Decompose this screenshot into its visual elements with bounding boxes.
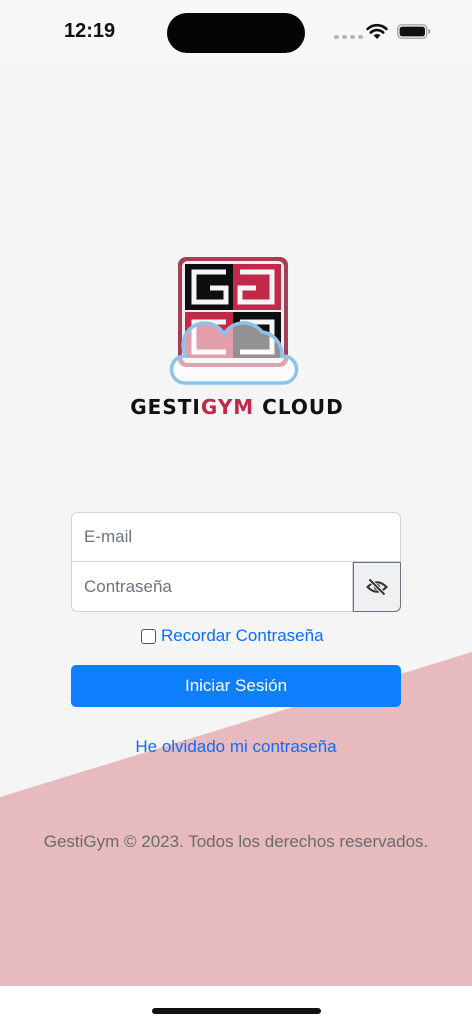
- wifi-icon: [366, 23, 388, 39]
- svg-text:GESTIGYM CLOUD: GESTIGYM CLOUD: [130, 395, 343, 419]
- battery-icon: [397, 24, 431, 39]
- forgot-password-link[interactable]: He olvidado mi contraseña: [71, 737, 401, 757]
- status-time: 12:19: [64, 20, 116, 42]
- login-button[interactable]: Iniciar Sesión: [71, 665, 401, 707]
- footer-copyright: GestiGym © 2023. Todos los derechos rese…: [43, 832, 429, 851]
- gestigym-cloud-logo: GESTIGYM CLOUD: [130, 257, 343, 419]
- email-field[interactable]: [71, 512, 401, 562]
- remember-checkbox[interactable]: [141, 628, 156, 644]
- home-indicator[interactable]: [152, 1008, 321, 1014]
- remember-password-row[interactable]: Recordar Contraseña: [141, 626, 324, 646]
- status-bar: 12:19: [0, 0, 472, 64]
- home-bar-area: [0, 986, 472, 1024]
- cellular-signal-icon: [334, 35, 363, 39]
- eye-slash-icon: [366, 578, 388, 596]
- remember-label[interactable]: Recordar Contraseña: [161, 626, 324, 646]
- dynamic-island: [167, 13, 305, 53]
- password-field[interactable]: [71, 562, 353, 612]
- toggle-password-button[interactable]: [353, 562, 401, 612]
